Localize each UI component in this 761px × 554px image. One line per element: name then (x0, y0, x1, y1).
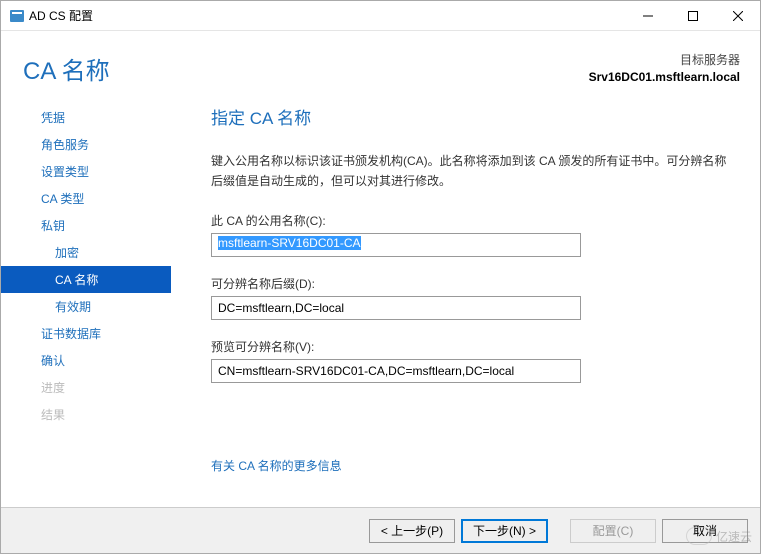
preview-dn-input[interactable] (211, 359, 581, 383)
section-title: 指定 CA 名称 (211, 104, 732, 129)
configure-button: 配置(C) (570, 519, 656, 543)
maximize-button[interactable] (670, 1, 715, 31)
wizard-window: AD CS 配置 CA 名称 目标服务器 Srv16DC01.msftlearn… (0, 0, 761, 554)
preview-dn-block: 预览可分辨名称(V): (211, 338, 732, 383)
dn-suffix-block: 可分辨名称后缀(D): (211, 275, 732, 320)
window-title: AD CS 配置 (29, 7, 93, 24)
cancel-button[interactable]: 取消 (662, 519, 748, 543)
common-name-input[interactable]: msftlearn-SRV16DC01-CA (211, 233, 581, 257)
sidebar-item-private-key[interactable]: 私钥 (1, 212, 171, 239)
target-server-block: 目标服务器 Srv16DC01.msftlearn.local (589, 51, 740, 84)
sidebar-item-progress: 进度 (1, 374, 171, 401)
more-info-link[interactable]: 有关 CA 名称的更多信息 (211, 457, 342, 474)
minimize-button[interactable] (625, 1, 670, 31)
title-bar: AD CS 配置 (1, 1, 760, 31)
footer: < 上一步(P) 下一步(N) > 配置(C) 取消 (1, 507, 760, 553)
sidebar-item-cert-db[interactable]: 证书数据库 (1, 320, 171, 347)
sidebar-item-confirm[interactable]: 确认 (1, 347, 171, 374)
sidebar-item-role-services[interactable]: 角色服务 (1, 131, 171, 158)
dn-suffix-input[interactable] (211, 296, 581, 320)
sidebar-item-validity[interactable]: 有效期 (1, 293, 171, 320)
section-description: 键入公用名称以标识该证书颁发机构(CA)。此名称将添加到该 CA 颁发的所有证书… (211, 151, 732, 192)
sidebar-item-credentials[interactable]: 凭据 (1, 104, 171, 131)
sidebar: 凭据 角色服务 设置类型 CA 类型 私钥 加密 CA 名称 有效期 证书数据库… (1, 100, 171, 507)
sidebar-item-setup-type[interactable]: 设置类型 (1, 158, 171, 185)
main-content: 指定 CA 名称 键入公用名称以标识该证书颁发机构(CA)。此名称将添加到该 C… (171, 100, 760, 507)
common-name-label: 此 CA 的公用名称(C): (211, 212, 732, 229)
previous-button[interactable]: < 上一步(P) (369, 519, 455, 543)
common-name-block: 此 CA 的公用名称(C): msftlearn-SRV16DC01-CA (211, 212, 732, 257)
page-heading: CA 名称 (23, 51, 110, 86)
sidebar-item-cryptography[interactable]: 加密 (1, 239, 171, 266)
app-icon (9, 8, 25, 24)
sidebar-item-results: 结果 (1, 401, 171, 428)
body: 凭据 角色服务 设置类型 CA 类型 私钥 加密 CA 名称 有效期 证书数据库… (1, 100, 760, 507)
next-button[interactable]: 下一步(N) > (461, 519, 548, 543)
common-name-value: msftlearn-SRV16DC01-CA (218, 236, 361, 250)
target-server-name: Srv16DC01.msftlearn.local (589, 70, 740, 84)
dn-suffix-label: 可分辨名称后缀(D): (211, 275, 732, 292)
sidebar-item-ca-type[interactable]: CA 类型 (1, 185, 171, 212)
sidebar-item-ca-name[interactable]: CA 名称 (1, 266, 171, 293)
header: CA 名称 目标服务器 Srv16DC01.msftlearn.local (1, 31, 760, 100)
close-button[interactable] (715, 1, 760, 31)
preview-dn-label: 预览可分辨名称(V): (211, 338, 732, 355)
target-server-label: 目标服务器 (589, 51, 740, 68)
